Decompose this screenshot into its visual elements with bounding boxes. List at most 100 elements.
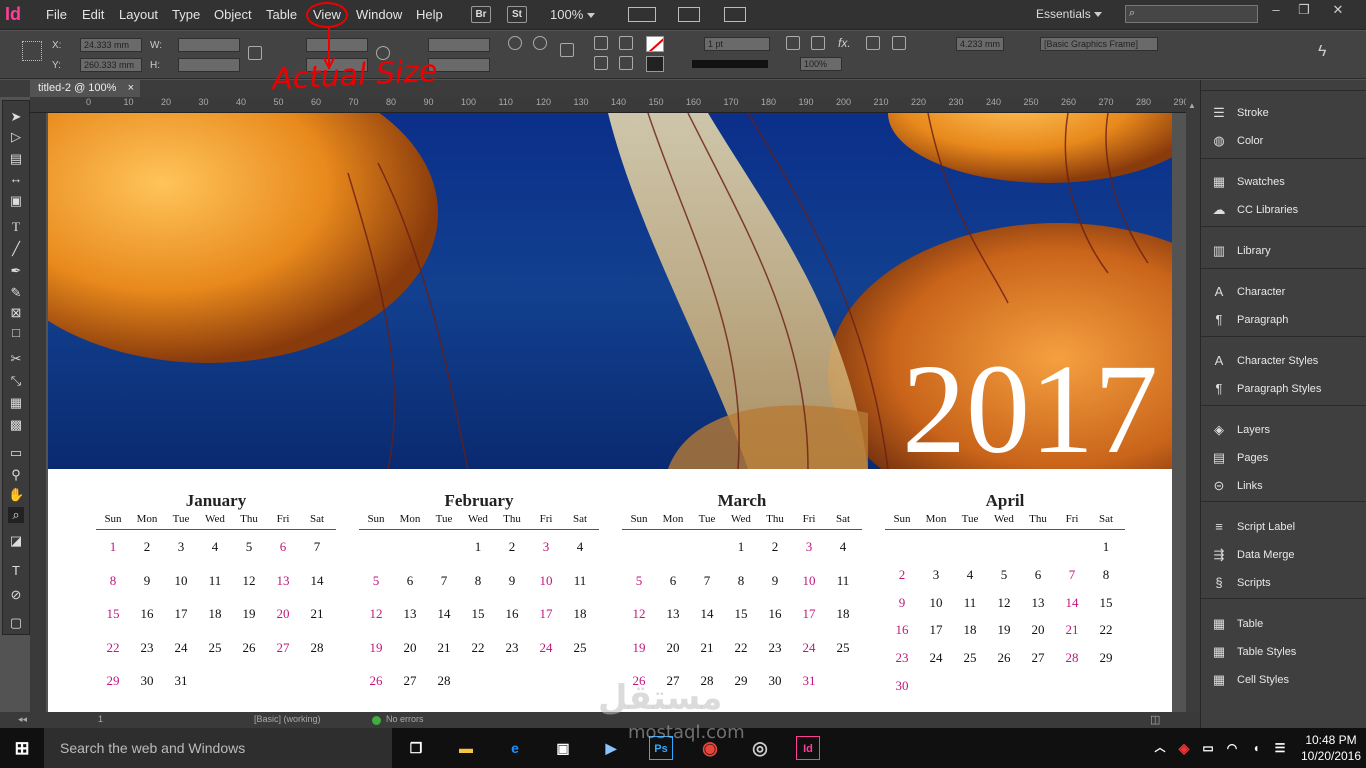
panel-item-library[interactable]: ▥ Library xyxy=(1211,240,1361,262)
panel-item-color[interactable]: ◍ Color xyxy=(1211,130,1361,152)
arrange-documents-icon[interactable] xyxy=(724,7,746,22)
file-explorer-icon[interactable]: ▬ xyxy=(454,736,478,760)
indesign-taskbar-icon[interactable]: Id xyxy=(796,736,820,760)
close-window-button[interactable]: ✕ xyxy=(1326,2,1350,20)
panel-item-script-label[interactable]: ≡ Script Label xyxy=(1211,516,1361,538)
screen-mode-icon[interactable] xyxy=(678,7,700,22)
close-tab-icon[interactable]: × xyxy=(128,80,134,97)
content-collector-icon[interactable]: ▣ xyxy=(8,193,24,209)
menu-object[interactable]: Object xyxy=(214,7,252,22)
restore-button[interactable]: ❐ xyxy=(1292,2,1316,20)
panel-item-cc-libraries[interactable]: ☁ CC Libraries xyxy=(1211,199,1361,221)
document-tab[interactable]: titled-2 @ 100% × xyxy=(30,80,140,97)
action-center-icon[interactable]: ☰ xyxy=(1268,736,1292,760)
store-icon[interactable]: ▣ xyxy=(551,736,575,760)
select-container-icon[interactable] xyxy=(619,36,633,50)
rotation-field[interactable] xyxy=(428,38,490,52)
fill-stroke-icon[interactable]: ◪ xyxy=(8,533,24,549)
reference-point-icon[interactable] xyxy=(22,41,42,61)
select-content-icon[interactable] xyxy=(619,56,633,70)
panel-item-layers[interactable]: ◈ Layers xyxy=(1211,419,1361,441)
stock-button[interactable]: St xyxy=(507,6,527,23)
rotate-cw-icon[interactable] xyxy=(508,36,522,50)
text-wrap-bbox-icon[interactable] xyxy=(892,36,906,50)
direct-selection-tool-icon[interactable]: ▷ xyxy=(8,129,24,145)
vertical-scrollbar[interactable]: ▲ xyxy=(1186,97,1200,712)
task-view-icon[interactable]: ❐ xyxy=(404,736,428,760)
note-tool-icon[interactable]: ▭ xyxy=(8,445,24,461)
quick-apply-icon[interactable]: ϟ xyxy=(1318,43,1326,61)
apply-none-icon[interactable]: ⊘ xyxy=(8,587,24,603)
width-field[interactable] xyxy=(178,38,240,52)
minimize-button[interactable]: – xyxy=(1264,2,1288,20)
media-player-icon[interactable]: ▶ xyxy=(599,736,623,760)
edge-browser-icon[interactable]: e xyxy=(503,736,527,760)
formatting-container-icon[interactable]: T xyxy=(8,563,24,579)
text-wrap-none-icon[interactable] xyxy=(866,36,880,50)
zoom-tool-icon[interactable]: ⌕ xyxy=(8,507,24,523)
panel-item-scripts[interactable]: § Scripts xyxy=(1211,572,1361,594)
pencil-tool-icon[interactable]: ✎ xyxy=(8,285,24,301)
panel-item-swatches[interactable]: ▦ Swatches xyxy=(1211,171,1361,193)
panel-item-table-styles[interactable]: ▦ Table Styles xyxy=(1211,641,1361,663)
flip-vertical-icon[interactable] xyxy=(594,56,608,70)
bridge-button[interactable]: Br xyxy=(471,6,491,23)
battery-icon[interactable]: ▭ xyxy=(1196,736,1220,760)
menu-window[interactable]: Window xyxy=(356,7,402,22)
x-field[interactable]: 24.333 mm xyxy=(80,38,142,52)
panel-item-links[interactable]: ⊝ Links xyxy=(1211,475,1361,497)
stroke-weight-field[interactable]: 1 pt xyxy=(704,37,770,51)
volume-icon[interactable]: ◖ xyxy=(1244,736,1268,760)
y-field[interactable]: 260.333 mm xyxy=(80,58,142,72)
gradient-swatch-tool-icon[interactable]: ▦ xyxy=(8,395,24,411)
rotate-ccw-icon[interactable] xyxy=(533,36,547,50)
vertical-ruler[interactable] xyxy=(30,113,46,713)
page-tool-icon[interactable]: ▤ xyxy=(8,151,24,167)
eyedropper-tool-icon[interactable]: ⚲ xyxy=(8,467,24,483)
line-tool-icon[interactable]: ╱ xyxy=(8,241,24,257)
opera-icon[interactable]: ◎ xyxy=(748,736,772,760)
zoom-level-select[interactable]: 100% xyxy=(550,7,595,22)
document-page[interactable]: 2017 January Sun Mon Tue Wed Thu Fri Sat 1 2 3 4 5 6 7… xyxy=(48,113,1172,712)
scissors-tool-icon[interactable]: ✂ xyxy=(8,351,24,367)
panel-item-pages[interactable]: ▤ Pages xyxy=(1211,447,1361,469)
preflight-status[interactable]: No errors xyxy=(386,714,424,724)
drop-shadow-icon[interactable] xyxy=(811,36,825,50)
offset-field[interactable]: 4.233 mm xyxy=(956,37,1004,51)
page-first-icon[interactable]: ◂◂ xyxy=(18,714,27,725)
horizontal-ruler[interactable]: 0 10 20 30 40 50 60 70 80 90 100 110 120 130 140 150 160… xyxy=(30,97,1188,113)
fill-swatch-icon[interactable] xyxy=(646,36,664,52)
panel-item-character-styles[interactable]: A Character Styles xyxy=(1211,350,1361,372)
path-icon[interactable] xyxy=(560,43,574,57)
view-options-icon[interactable] xyxy=(628,7,656,22)
rectangle-tool-icon[interactable]: □ xyxy=(8,325,24,341)
tray-app-icon[interactable]: ◈ xyxy=(1172,736,1196,760)
hand-tool-icon[interactable]: ✋ xyxy=(8,487,24,503)
scroll-up-icon[interactable]: ▲ xyxy=(1188,101,1196,110)
workspace-switcher[interactable]: Essentials xyxy=(1036,7,1103,21)
split-window-icon[interactable]: ◫ xyxy=(1150,713,1160,726)
selection-tool-icon[interactable]: ➤ xyxy=(8,109,24,125)
stroke-swatch-icon[interactable] xyxy=(646,56,664,72)
gradient-feather-tool-icon[interactable]: ▩ xyxy=(8,417,24,433)
menu-help[interactable]: Help xyxy=(416,7,443,22)
gap-tool-icon[interactable]: ↔ xyxy=(8,171,24,187)
windows-start-icon[interactable]: ⊞ xyxy=(10,736,34,760)
panel-item-paragraph-styles[interactable]: ¶ Paragraph Styles xyxy=(1211,378,1361,400)
panel-item-character[interactable]: A Character xyxy=(1211,281,1361,303)
taskbar-clock[interactable]: 10:48 PM 10/20/2016 xyxy=(1298,732,1364,764)
stroke-type-select[interactable] xyxy=(692,60,768,68)
panel-item-paragraph[interactable]: ¶ Paragraph xyxy=(1211,309,1361,331)
object-style-select[interactable]: [Basic Graphics Frame] xyxy=(1040,37,1158,51)
menu-type[interactable]: Type xyxy=(172,7,200,22)
panel-item-cell-styles[interactable]: ▦ Cell Styles xyxy=(1211,669,1361,691)
scale-x-field[interactable] xyxy=(306,38,368,52)
screen-mode-tool-icon[interactable]: ▢ xyxy=(8,615,24,631)
height-field[interactable] xyxy=(178,58,240,72)
type-tool-icon[interactable]: T xyxy=(8,219,24,235)
menu-file[interactable]: File xyxy=(46,7,67,22)
rectangle-frame-tool-icon[interactable]: ⊠ xyxy=(8,305,24,321)
menu-edit[interactable]: Edit xyxy=(82,7,104,22)
flip-horizontal-icon[interactable] xyxy=(594,36,608,50)
show-hidden-icons-icon[interactable]: ︿ xyxy=(1148,736,1172,760)
